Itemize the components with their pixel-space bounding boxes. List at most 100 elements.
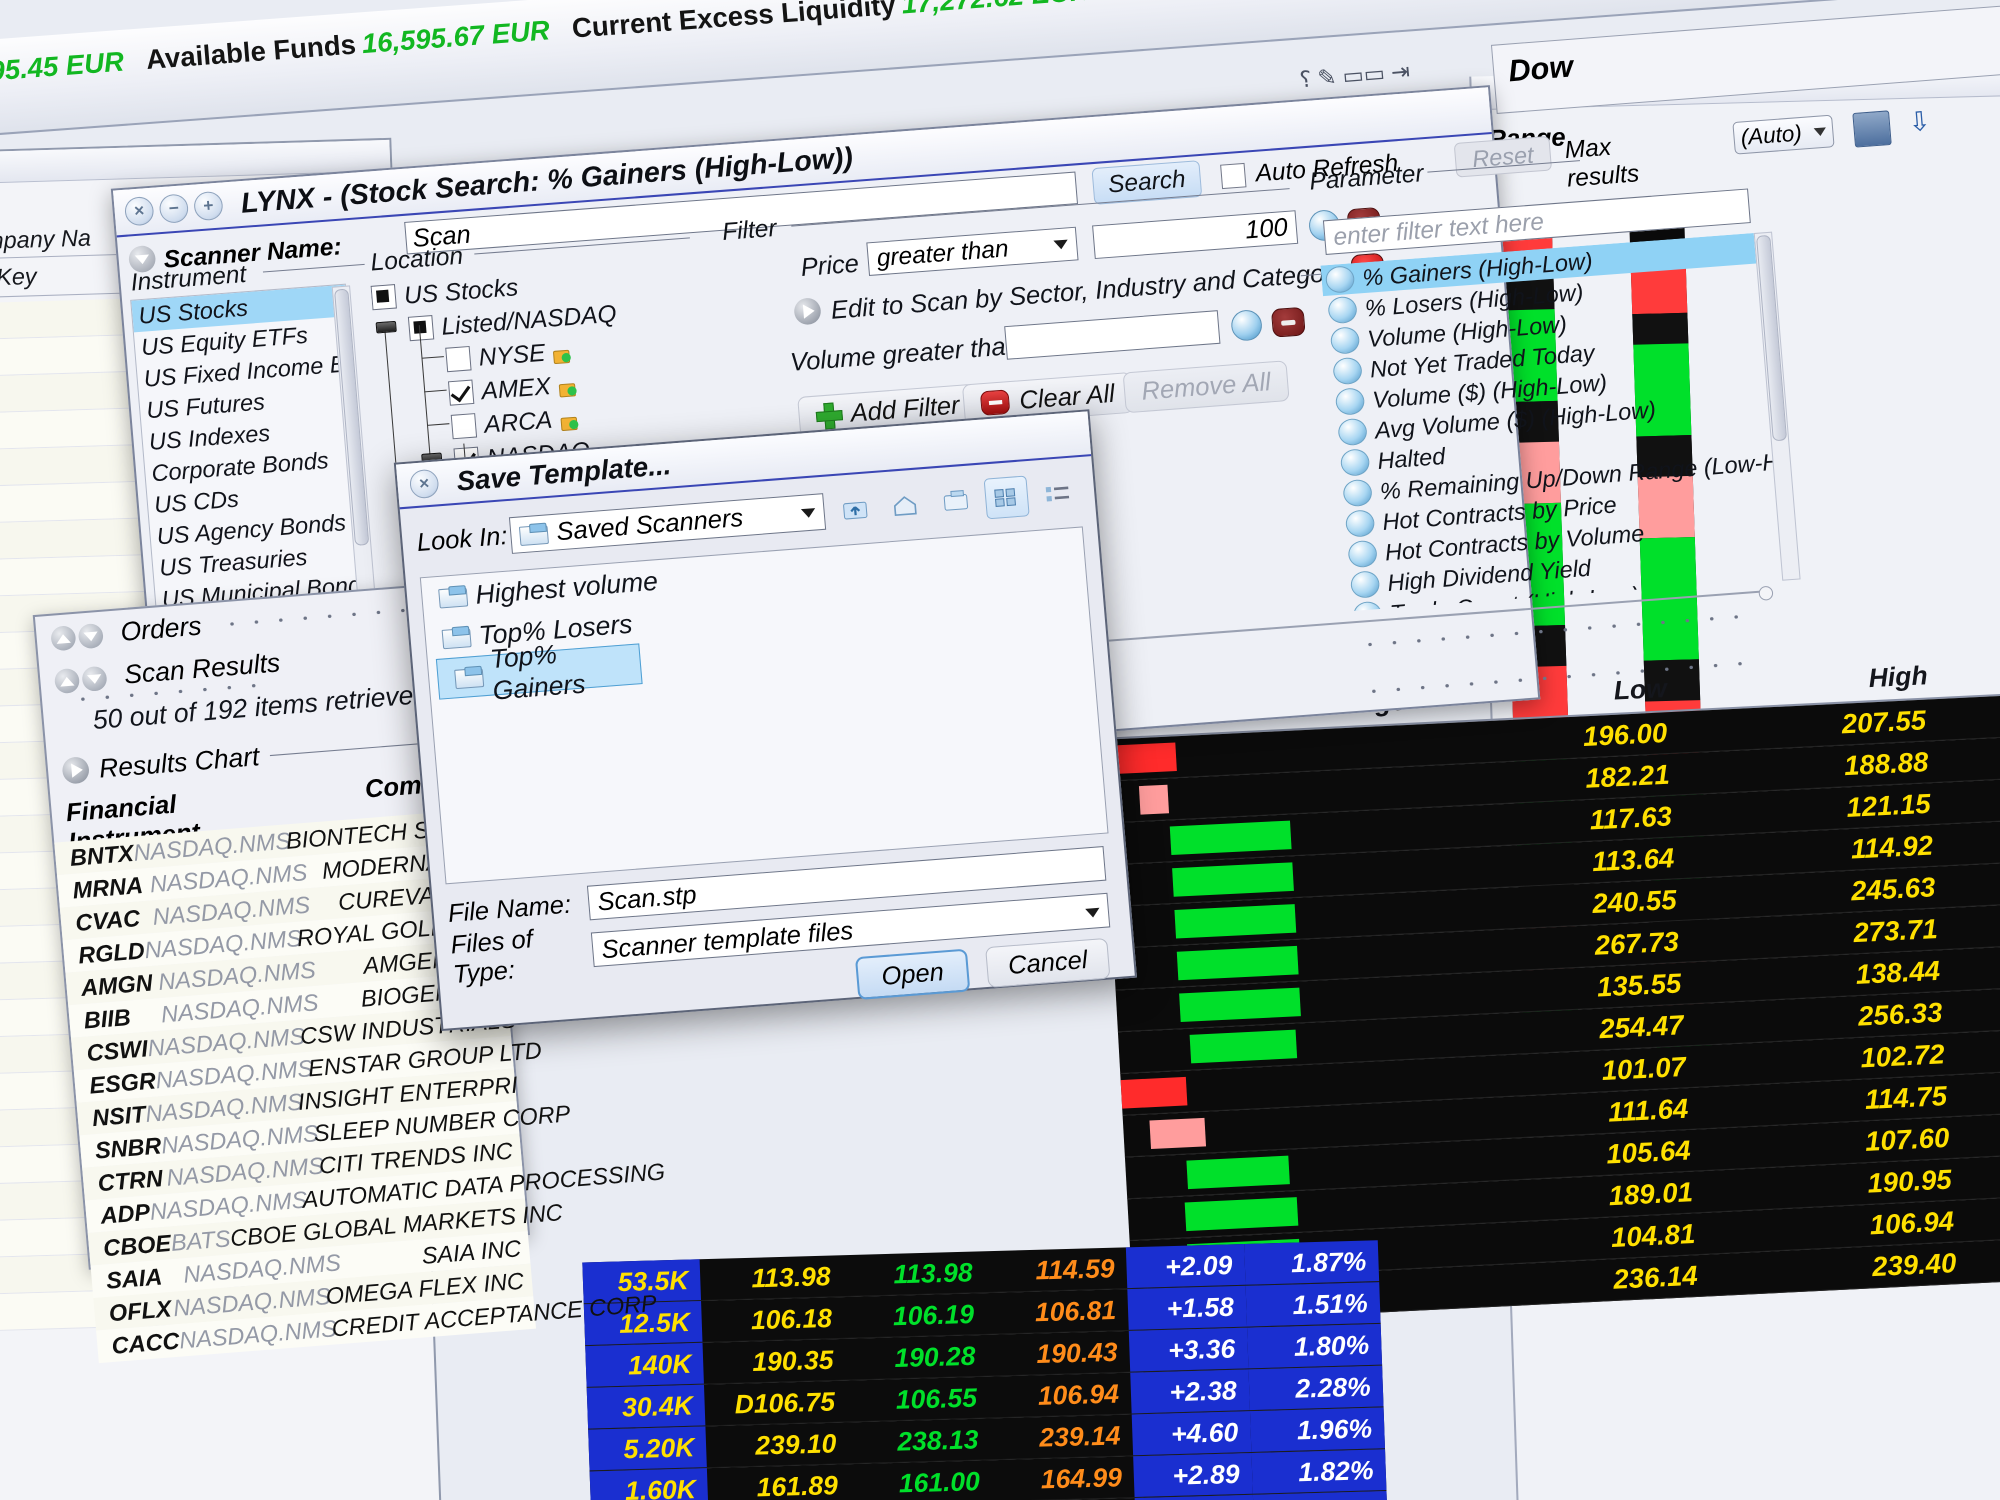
cell-volume: 1.60K [589,1468,709,1500]
row-symbol: NSIT [91,1100,147,1132]
cell-change: +2.38 [1130,1369,1250,1414]
globe-icon [1347,539,1378,569]
auto-refresh-checkbox[interactable] [1220,162,1247,190]
globe-icon[interactable] [1230,308,1264,342]
minimize-icon[interactable]: − [158,193,190,224]
saved-templates-list[interactable]: Highest volume Top% Losers Top% Gainers [419,526,1109,885]
cell-change-pct: 1.82% [1251,1449,1387,1494]
save-icon[interactable] [1852,110,1892,148]
parameter-panel: enter filter text here % Gainers (High-L… [1308,156,1801,616]
expand-sector-icon[interactable] [793,297,822,326]
tree-checkbox[interactable] [407,315,435,342]
cell-ask: 190.43 [1035,1336,1119,1370]
cell-bid: 238.13 [896,1423,979,1457]
results-chart-label: Results Chart [97,740,261,784]
cell-last: 161.89 [756,1469,839,1500]
range-bar [1149,1117,1207,1150]
close-icon[interactable]: × [123,195,155,227]
plus-icon [815,402,841,428]
look-in-value: Saved Scanners [555,502,745,546]
price-label: Price [799,249,860,283]
bg-col-company: Company Na [0,224,92,255]
range-bar [1138,784,1170,815]
cell-last: 239.10 [754,1427,837,1461]
clear-icon [979,389,1011,416]
cell-bid: 113.98 [892,1256,974,1290]
close-icon[interactable]: × [408,468,440,500]
range-bar [1174,904,1297,939]
globe-icon [1329,326,1361,355]
home-icon[interactable] [884,484,927,526]
details-view-icon[interactable] [983,475,1030,520]
look-in-label: Look In: [415,521,509,557]
max-results-value: (Auto) [1739,120,1803,151]
cell-change: +1.58 [1127,1285,1247,1330]
tree-node-label: US Stocks [402,273,520,310]
open-button[interactable]: Open [854,948,971,1000]
ticker-label: Cash [1111,0,1181,4]
ticker-label: Available Funds [144,29,357,76]
range-bar [1176,945,1299,981]
arrow-up-icon[interactable] [53,667,81,695]
globe-icon [1344,509,1376,538]
tree-checkbox[interactable] [447,379,475,406]
tree-expander[interactable] [375,320,397,334]
arrow-down-icon[interactable] [77,622,105,650]
tree-checkbox[interactable] [450,413,478,440]
dialog-title: Save Template... [455,449,673,497]
parameter-list[interactable]: % Gainers (High-Low)% Losers (High-Low) V… [1320,233,1782,612]
folder-icon [441,625,469,648]
cell-volume: 140K [585,1342,705,1387]
volume-value-input[interactable] [1004,310,1221,360]
range-bar [1172,862,1294,897]
tree-checkbox[interactable] [370,284,397,311]
lock-icon [551,344,571,364]
cell-volume: 30.4K [586,1384,706,1429]
list-view-icon[interactable] [1036,473,1079,515]
tree-checkbox[interactable] [445,345,472,373]
files-of-type-value: Scanner template files [600,916,855,964]
cell-bid: 161.00 [898,1465,981,1499]
globe-icon [1339,448,1371,477]
cell-ask: 114.59 [1034,1252,1116,1286]
cell-ask: 106.81 [1034,1294,1117,1328]
range-bar [1169,820,1292,855]
globe-icon [1349,570,1381,599]
quote-range-table: Range Low High 196.00207.55182.21188.881… [1099,643,2000,1325]
tree-node-label: ARCA [483,406,554,439]
orders-label: Orders [119,610,203,647]
maximize-icon[interactable]: + [193,190,224,222]
up-folder-icon[interactable] [834,488,877,530]
lock-icon [558,411,578,431]
row-exchange: BATS [169,1224,232,1257]
globe-icon [1327,295,1358,325]
folder-icon [438,585,466,608]
cell-ask: 164.99 [1040,1461,1123,1495]
range-bar [1179,987,1301,1022]
remove-volume-filter-icon[interactable] [1270,306,1306,338]
globe-icon [1342,478,1373,508]
cell-change-pct: 2.28% [1248,1365,1384,1411]
globe-icon [1337,417,1368,447]
remove-all-button[interactable]: Remove All [1122,360,1290,414]
cancel-button[interactable]: Cancel [985,937,1111,988]
new-folder-icon[interactable] [934,481,977,523]
pin-icon[interactable]: ⇩ [1907,105,1932,138]
expand-results-chart-icon[interactable] [61,756,91,785]
price-operator-select[interactable]: greater than [866,226,1079,277]
ticker-value: 16,595.67 EUR [360,14,551,60]
ticker-label: Current Excess Liquidity [570,0,897,44]
cell-bid: 106.19 [892,1298,975,1332]
look-in-select[interactable]: Saved Scanners [509,493,827,554]
price-value-input[interactable]: 100 [1092,210,1299,260]
cell-change-pct: 1.87% [1243,1240,1380,1285]
arrow-down-icon[interactable] [81,665,108,692]
cell-bid: 190.28 [893,1340,977,1374]
save-template-dialog: × Save Template... Look In: Saved Scanne… [393,409,1138,1032]
range-bar [1120,1076,1188,1109]
files-of-type-label: Files of Type: [449,924,534,990]
range-bar [1186,1155,1290,1190]
arrow-up-icon[interactable] [50,625,77,652]
cell-last: 106.18 [750,1302,833,1336]
cell-change-pct: 1.96% [1249,1407,1386,1452]
